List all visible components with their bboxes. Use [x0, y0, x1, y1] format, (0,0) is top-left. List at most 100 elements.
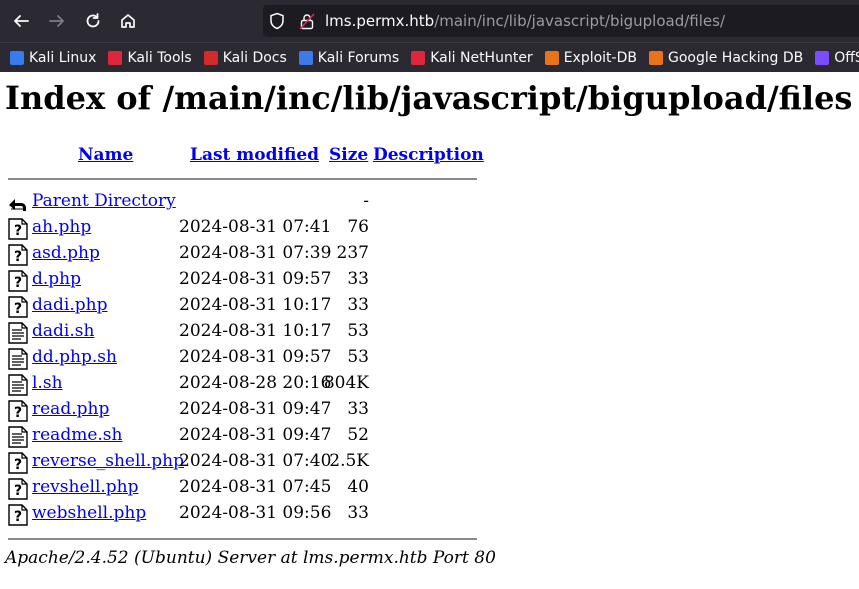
- bookmark-label: Kali Docs: [222, 49, 287, 66]
- svg-text:?: ?: [14, 457, 22, 473]
- bookmark-favicon-icon: [544, 50, 559, 65]
- bookmark-favicon-icon: [648, 50, 663, 65]
- file-link[interactable]: dadi.sh: [32, 321, 94, 341]
- column-header-name[interactable]: Name: [78, 145, 133, 165]
- file-modified: 2024-08-28 20:16: [179, 373, 332, 393]
- server-signature: Apache/2.4.52 (Ubuntu) Server at lms.per…: [5, 548, 496, 568]
- url-path: /main/inc/lib/javascript/bigupload/files…: [434, 12, 726, 30]
- unknown-file-icon: ?: [8, 270, 28, 292]
- page-title: Index of /main/inc/lib/javascript/bigupl…: [5, 79, 853, 117]
- file-row: readme.sh 2024-08-31 09:47 52: [8, 425, 488, 449]
- url-host: lms.permx.htb: [325, 12, 435, 30]
- url-bar[interactable]: lms.permx.htb/main/inc/lib/javascript/bi…: [263, 5, 859, 37]
- file-modified: 2024-08-31 10:17: [179, 295, 332, 315]
- insecure-lock-icon[interactable]: [299, 13, 315, 34]
- file-row: l.sh 2024-08-28 20:16 804K: [8, 373, 488, 397]
- bookmark-label: Kali Linux: [29, 49, 97, 66]
- parent-directory-link[interactable]: Parent Directory: [32, 191, 176, 211]
- file-row: dd.php.sh 2024-08-31 09:57 53: [8, 347, 488, 371]
- bookmark-label: Google Hacking DB: [667, 49, 804, 66]
- forward-arrow-icon[interactable]: [43, 7, 71, 35]
- bookmark-item[interactable]: Kali Docs: [203, 49, 287, 66]
- bookmark-favicon-icon: [815, 50, 830, 65]
- file-link[interactable]: d.php: [32, 269, 81, 289]
- bookmark-label: Kali Forums: [317, 49, 400, 66]
- bookmark-favicon-icon: [298, 50, 313, 65]
- back-arrow-icon[interactable]: [7, 7, 35, 35]
- unknown-file-icon: ?: [8, 244, 28, 266]
- home-icon[interactable]: [114, 7, 142, 35]
- bookmark-favicon-icon: [10, 50, 24, 65]
- bookmarks-toolbar: Kali Linux Kali Tools Kali Docs Kali Forums…: [0, 42, 859, 72]
- file-size: 52: [347, 425, 369, 445]
- file-link[interactable]: asd.php: [32, 243, 100, 263]
- file-size: 53: [347, 321, 369, 341]
- unknown-file-icon: ?: [8, 452, 28, 474]
- bookmark-item[interactable]: Exploit-DB: [544, 50, 637, 66]
- bookmark-item[interactable]: Kali Linux: [10, 50, 96, 66]
- url-text[interactable]: lms.permx.htb/main/inc/lib/javascript/bi…: [325, 12, 725, 30]
- file-row: ? ah.php 2024-08-31 07:41 76: [8, 217, 488, 241]
- file-size: 33: [347, 295, 369, 315]
- bookmark-label: Kali Tools: [127, 49, 192, 66]
- file-size: 53: [347, 347, 369, 367]
- bookmark-item[interactable]: Kali Tools: [108, 49, 192, 66]
- reload-icon[interactable]: [79, 7, 107, 35]
- file-row: ? revshell.php 2024-08-31 07:45 40: [8, 477, 488, 501]
- file-link[interactable]: l.sh: [32, 373, 63, 393]
- bookmark-label: Kali NetHunter: [430, 49, 533, 66]
- file-row: ? read.php 2024-08-31 09:47 33: [8, 399, 488, 423]
- file-link[interactable]: readme.sh: [32, 425, 122, 445]
- back-folder-icon: [8, 192, 28, 214]
- svg-text:?: ?: [14, 405, 22, 421]
- bookmark-item[interactable]: Google Hacking DB: [648, 49, 804, 66]
- file-link[interactable]: dd.php.sh: [32, 347, 117, 367]
- column-header-last-modified[interactable]: Last modified: [190, 145, 319, 165]
- header-divider: [8, 178, 477, 180]
- file-row: ? dadi.php 2024-08-31 10:17 33: [8, 295, 488, 319]
- column-header-description[interactable]: Description: [373, 145, 484, 165]
- column-header-size[interactable]: Size: [329, 145, 368, 165]
- file-size: 40: [347, 477, 369, 497]
- unknown-file-icon: ?: [8, 400, 28, 422]
- bookmark-item[interactable]: Kali NetHunter: [411, 49, 533, 66]
- parent-size: -: [363, 191, 369, 211]
- text-file-icon: [8, 322, 28, 344]
- file-row: ? reverse_shell.php 2024-08-31 07:40 2.5K: [8, 451, 488, 475]
- file-modified: 2024-08-31 09:47: [179, 425, 332, 445]
- file-link[interactable]: read.php: [32, 399, 109, 419]
- browser-toolbar: lms.permx.htb/main/inc/lib/javascript/bi…: [0, 0, 859, 42]
- file-row: ? webshell.php 2024-08-31 09:56 33: [8, 503, 488, 527]
- unknown-file-icon: ?: [8, 296, 28, 318]
- file-modified: 2024-08-31 09:57: [179, 347, 332, 367]
- bookmark-favicon-icon: [411, 50, 426, 65]
- bookmark-item[interactable]: OffSec: [815, 50, 859, 66]
- bookmark-favicon-icon: [203, 50, 218, 65]
- file-row: ? d.php 2024-08-31 09:57 33: [8, 269, 488, 293]
- file-modified: 2024-08-31 09:47: [179, 399, 332, 419]
- file-link[interactable]: revshell.php: [32, 477, 139, 497]
- bookmark-label: OffSec: [834, 49, 859, 66]
- file-size: 33: [347, 399, 369, 419]
- file-size: 76: [347, 217, 369, 237]
- file-row: ? asd.php 2024-08-31 07:39 237: [8, 243, 488, 267]
- bookmark-item[interactable]: Kali Forums: [298, 49, 400, 66]
- file-modified: 2024-08-31 09:56: [179, 503, 332, 523]
- svg-text:?: ?: [14, 483, 22, 499]
- parent-directory-row: Parent Directory -: [8, 191, 488, 215]
- text-file-icon: [8, 374, 28, 396]
- footer-divider: [8, 538, 477, 540]
- file-modified: 2024-08-31 09:57: [179, 269, 332, 289]
- bookmark-favicon-icon: [108, 50, 123, 65]
- file-size: 2.5K: [329, 451, 369, 471]
- file-size: 33: [347, 503, 369, 523]
- svg-text:?: ?: [14, 249, 22, 265]
- file-link[interactable]: webshell.php: [32, 503, 146, 523]
- unknown-file-icon: ?: [8, 478, 28, 500]
- file-link[interactable]: dadi.php: [32, 295, 107, 315]
- file-link[interactable]: reverse_shell.php: [32, 451, 184, 471]
- file-modified: 2024-08-31 07:39: [179, 243, 332, 263]
- tracking-shield-icon[interactable]: [269, 12, 285, 34]
- file-size: 804K: [323, 373, 369, 393]
- file-link[interactable]: ah.php: [32, 217, 91, 237]
